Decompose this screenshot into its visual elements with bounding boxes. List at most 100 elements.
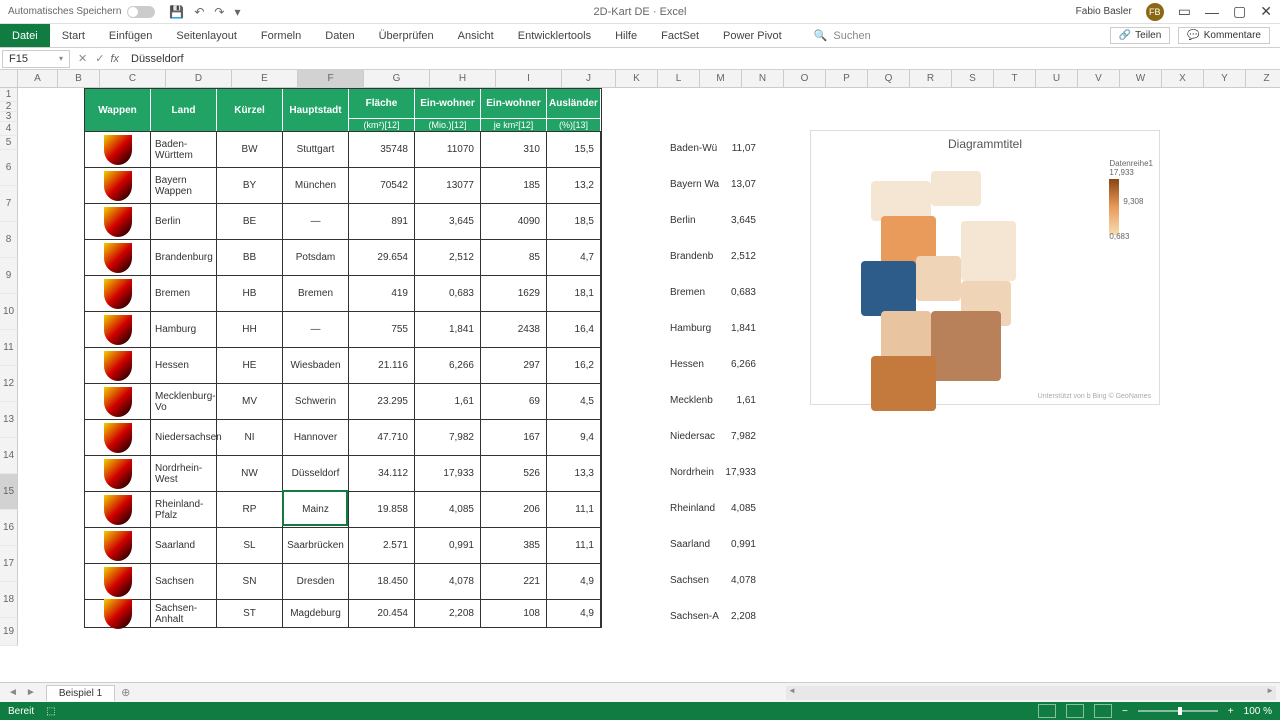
view-page-layout-icon[interactable] bbox=[1066, 704, 1084, 718]
cell-auslaender[interactable]: 18,5 bbox=[547, 204, 601, 239]
col-header-O[interactable]: O bbox=[784, 70, 826, 88]
row-header-9[interactable]: 9 bbox=[0, 258, 18, 294]
cell-auslaender[interactable]: 4,5 bbox=[547, 384, 601, 419]
cell-einwohner-km[interactable]: 2438 bbox=[481, 312, 547, 347]
cell-wappen[interactable] bbox=[85, 564, 151, 599]
cell-kuerzel[interactable]: MV bbox=[217, 384, 283, 419]
col-header-W[interactable]: W bbox=[1120, 70, 1162, 88]
cell-einwohner-mio[interactable]: 2,512 bbox=[415, 240, 481, 275]
undo-icon[interactable]: ↶ bbox=[194, 5, 204, 19]
cell-kuerzel[interactable]: HE bbox=[217, 348, 283, 383]
ribbon-tab-hilfe[interactable]: Hilfe bbox=[603, 24, 649, 47]
cell-kuerzel[interactable]: SL bbox=[217, 528, 283, 563]
row-header-12[interactable]: 12 bbox=[0, 366, 18, 402]
side-list-row[interactable]: Hamburg1,841 bbox=[670, 310, 756, 346]
row-header-17[interactable]: 17 bbox=[0, 546, 18, 582]
cell-hauptstadt[interactable]: München bbox=[283, 168, 349, 203]
cell-kuerzel[interactable]: HB bbox=[217, 276, 283, 311]
avatar[interactable]: FB bbox=[1146, 3, 1164, 21]
cell-wappen[interactable] bbox=[85, 312, 151, 347]
row-header-16[interactable]: 16 bbox=[0, 510, 18, 546]
cell-auslaender[interactable]: 9,4 bbox=[547, 420, 601, 455]
col-header-P[interactable]: P bbox=[826, 70, 868, 88]
cell-flaeche[interactable]: 34.112 bbox=[349, 456, 415, 491]
maximize-button[interactable]: ▢ bbox=[1233, 3, 1246, 20]
cell-land[interactable]: Bremen bbox=[151, 276, 217, 311]
cell-kuerzel[interactable]: ST bbox=[217, 600, 283, 627]
ribbon-tab-ansicht[interactable]: Ansicht bbox=[446, 24, 506, 47]
col-header-H[interactable]: H bbox=[430, 70, 496, 88]
col-header-Z[interactable]: Z bbox=[1246, 70, 1280, 88]
row-header-1[interactable]: 1 bbox=[0, 88, 18, 102]
cell-kuerzel[interactable]: BW bbox=[217, 132, 283, 167]
sheet-tab[interactable]: Beispiel 1 bbox=[46, 685, 115, 701]
col-header-U[interactable]: U bbox=[1036, 70, 1078, 88]
cell-land[interactable]: Niedersachsen bbox=[151, 420, 217, 455]
cell-land[interactable]: Bayern Wappen bbox=[151, 168, 217, 203]
cell-auslaender[interactable]: 13,2 bbox=[547, 168, 601, 203]
cell-flaeche[interactable]: 19.858 bbox=[349, 492, 415, 527]
row-header-13[interactable]: 13 bbox=[0, 402, 18, 438]
cell-einwohner-mio[interactable]: 17,933 bbox=[415, 456, 481, 491]
col-header-S[interactable]: S bbox=[952, 70, 994, 88]
cell-hauptstadt[interactable]: Hannover bbox=[283, 420, 349, 455]
cell-flaeche[interactable]: 21.116 bbox=[349, 348, 415, 383]
cell-wappen[interactable] bbox=[85, 456, 151, 491]
cell-einwohner-km[interactable]: 310 bbox=[481, 132, 547, 167]
cell-wappen[interactable] bbox=[85, 240, 151, 275]
cell-wappen[interactable] bbox=[85, 492, 151, 527]
cell-kuerzel[interactable]: BE bbox=[217, 204, 283, 239]
col-header-J[interactable]: J bbox=[562, 70, 616, 88]
row-header-19[interactable]: 19 bbox=[0, 618, 18, 646]
ribbon-tab-einfügen[interactable]: Einfügen bbox=[97, 24, 164, 47]
cell-flaeche[interactable]: 891 bbox=[349, 204, 415, 239]
cell-einwohner-km[interactable]: 385 bbox=[481, 528, 547, 563]
cell-flaeche[interactable]: 18.450 bbox=[349, 564, 415, 599]
cell-flaeche[interactable]: 70542 bbox=[349, 168, 415, 203]
cell-wappen[interactable] bbox=[85, 168, 151, 203]
cell-einwohner-mio[interactable]: 0,991 bbox=[415, 528, 481, 563]
cell-flaeche[interactable]: 35748 bbox=[349, 132, 415, 167]
cell-kuerzel[interactable]: HH bbox=[217, 312, 283, 347]
cell-flaeche[interactable]: 2.571 bbox=[349, 528, 415, 563]
cell-einwohner-mio[interactable]: 1,841 bbox=[415, 312, 481, 347]
side-list-row[interactable]: Sachsen4,078 bbox=[670, 562, 756, 598]
cell-auslaender[interactable]: 15,5 bbox=[547, 132, 601, 167]
col-header-B[interactable]: B bbox=[58, 70, 100, 88]
col-header-X[interactable]: X bbox=[1162, 70, 1204, 88]
side-list-row[interactable]: Mecklenb1,61 bbox=[670, 382, 756, 418]
spreadsheet-grid[interactable]: ABCDEFGHIJKLMNOPQRSTUVWXYZ 1234567891011… bbox=[0, 70, 1280, 684]
row-header-3[interactable]: 3 bbox=[0, 112, 18, 122]
cell-auslaender[interactable]: 11,1 bbox=[547, 528, 601, 563]
cell-auslaender[interactable]: 4,7 bbox=[547, 240, 601, 275]
cell-einwohner-km[interactable]: 4090 bbox=[481, 204, 547, 239]
cell-auslaender[interactable]: 16,2 bbox=[547, 348, 601, 383]
redo-icon[interactable]: ↷ bbox=[214, 5, 224, 19]
cell-flaeche[interactable]: 419 bbox=[349, 276, 415, 311]
cell-hauptstadt[interactable]: Bremen bbox=[283, 276, 349, 311]
row-headers[interactable]: 12345678910111213141516171819 bbox=[0, 88, 18, 646]
cell-wappen[interactable] bbox=[85, 600, 151, 627]
minimize-button[interactable]: — bbox=[1205, 4, 1219, 20]
zoom-out-button[interactable]: − bbox=[1122, 706, 1128, 717]
ribbon-mode-icon[interactable]: ▭ bbox=[1178, 3, 1191, 20]
col-header-Y[interactable]: Y bbox=[1204, 70, 1246, 88]
cell-einwohner-km[interactable]: 85 bbox=[481, 240, 547, 275]
col-header-N[interactable]: N bbox=[742, 70, 784, 88]
cell-wappen[interactable] bbox=[85, 528, 151, 563]
cell-kuerzel[interactable]: NI bbox=[217, 420, 283, 455]
cell-hauptstadt[interactable]: — bbox=[283, 312, 349, 347]
cell-einwohner-mio[interactable]: 0,683 bbox=[415, 276, 481, 311]
cell-einwohner-mio[interactable]: 4,085 bbox=[415, 492, 481, 527]
autosave-toggle[interactable] bbox=[127, 6, 155, 18]
ribbon-tab-power pivot[interactable]: Power Pivot bbox=[711, 24, 794, 47]
col-header-F[interactable]: F bbox=[298, 70, 364, 88]
cell-land[interactable]: Hamburg bbox=[151, 312, 217, 347]
column-headers[interactable]: ABCDEFGHIJKLMNOPQRSTUVWXYZ bbox=[18, 70, 1280, 88]
col-header-A[interactable]: A bbox=[18, 70, 58, 88]
cell-einwohner-mio[interactable]: 6,266 bbox=[415, 348, 481, 383]
cell-land[interactable]: Hessen bbox=[151, 348, 217, 383]
cell-hauptstadt[interactable]: — bbox=[283, 204, 349, 239]
ribbon-tab-factset[interactable]: FactSet bbox=[649, 24, 711, 47]
cell-kuerzel[interactable]: RP bbox=[217, 492, 283, 527]
